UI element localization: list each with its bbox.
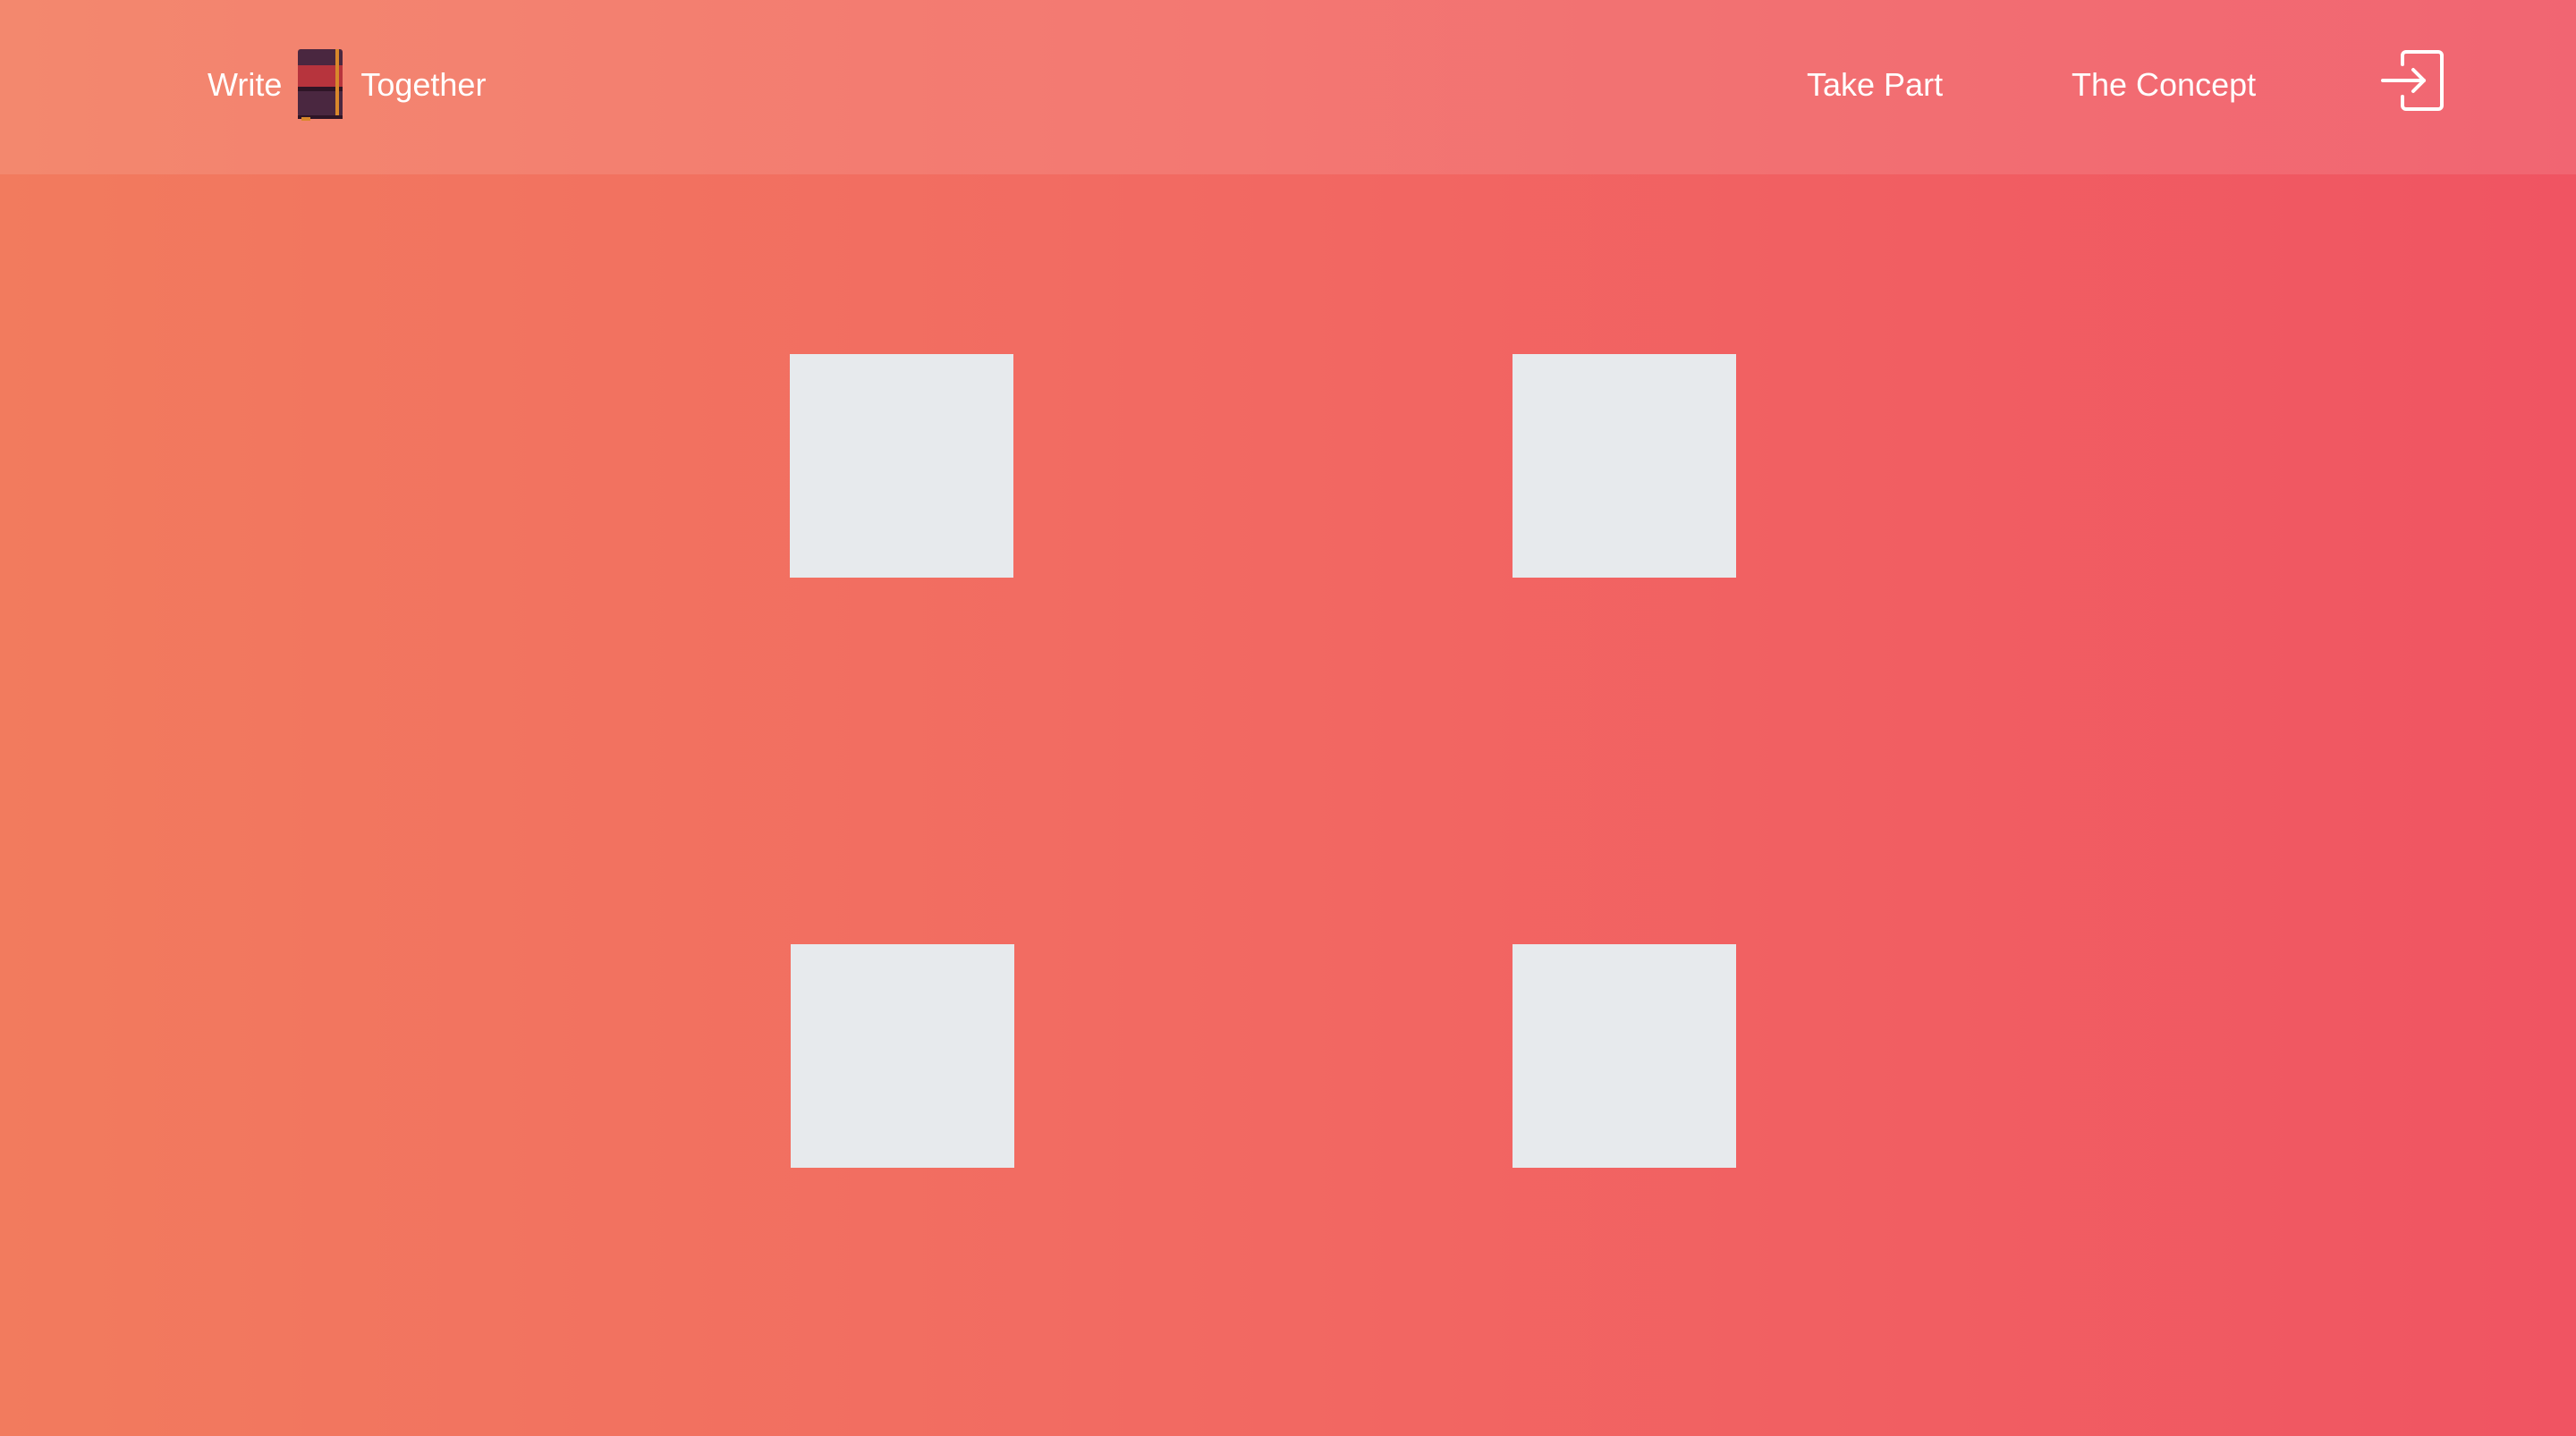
sign-in-icon bbox=[2379, 46, 2447, 114]
brand-word-write: Write bbox=[208, 66, 283, 103]
brand-logo-link[interactable]: Write Together bbox=[208, 46, 486, 123]
nav-take-part-link[interactable]: Take Part bbox=[1807, 63, 1943, 107]
notebook-icon bbox=[282, 47, 360, 122]
content-tile-4[interactable] bbox=[1513, 944, 1736, 1168]
content-tile-2[interactable] bbox=[1513, 354, 1736, 578]
login-button[interactable] bbox=[2379, 46, 2447, 114]
content-tile-1[interactable] bbox=[790, 354, 1013, 578]
content-tile-3[interactable] bbox=[791, 944, 1014, 1168]
nav-concept-link[interactable]: The Concept bbox=[2072, 63, 2256, 107]
top-navigation-bar: Write Together Take Part The Concept bbox=[0, 0, 2576, 174]
brand-word-together: Together bbox=[360, 66, 487, 103]
